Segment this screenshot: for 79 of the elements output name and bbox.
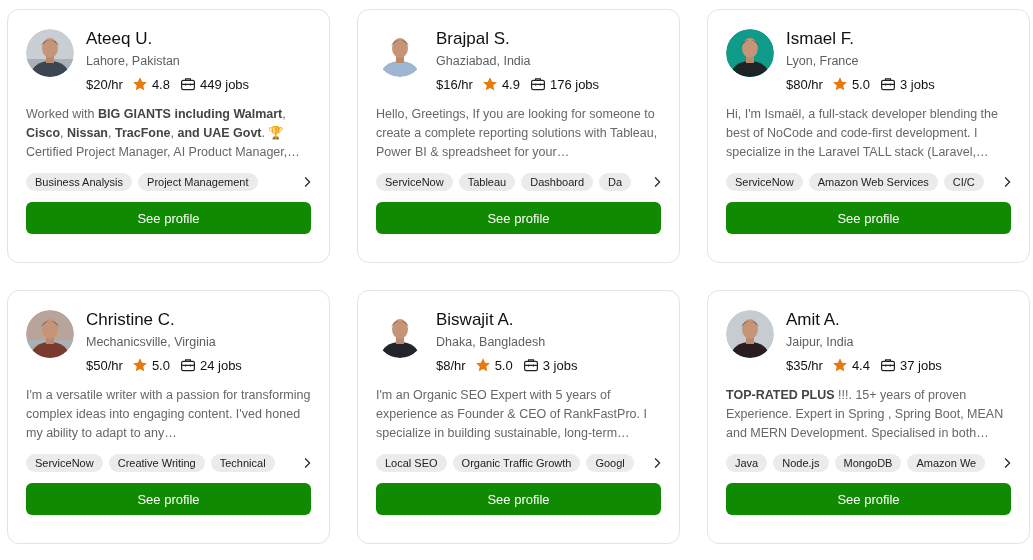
rating: 4.4 [851, 357, 870, 373]
location: Lahore, Pakistan [86, 53, 181, 70]
jobs-count: 3 jobs [899, 76, 935, 92]
skill-tag[interactable]: MongoDB [834, 454, 902, 472]
chevron-right-icon[interactable] [1003, 176, 1011, 188]
rating: 5.0 [494, 357, 513, 373]
skill-tag[interactable]: ServiceNow [726, 173, 803, 191]
skill-tag[interactable]: Da [599, 173, 632, 191]
skill-tag[interactable]: Project Management [138, 173, 258, 191]
location: Lyon, France [786, 53, 860, 70]
location: Mechanicsville, Virginia [86, 334, 217, 351]
briefcase-icon [179, 357, 196, 373]
location: Dhaka, Bangladesh [436, 334, 547, 351]
bio-text: I'm an Organic SEO Expert with 5 years of experience as Founder & CEO of RankFastPro. I specialize in building sustainable, long-term… [376, 387, 648, 442]
hourly-rate: $50/hr [86, 357, 123, 373]
see-profile-button[interactable]: See profile [26, 202, 311, 234]
chevron-right-icon[interactable] [1003, 457, 1011, 469]
skill-tag[interactable]: Node.js [773, 454, 829, 472]
see-profile-button[interactable]: See profile [26, 483, 311, 515]
briefcase-icon [529, 76, 546, 92]
freelancer-name: Amit A. [786, 309, 841, 331]
bio-text: TOP-RATED PLUS !!!. 15+ years of proven Experience. Expert in Spring , Spring Boot, MEAN and MERN Development. Specialised in both… [726, 387, 1005, 442]
see-profile-button[interactable]: See profile [376, 483, 661, 515]
hourly-rate: $35/hr [786, 357, 823, 373]
jobs-count: 3 jobs [542, 357, 578, 373]
skill-tag[interactable]: CI/C [943, 173, 984, 191]
briefcase-icon [179, 76, 196, 92]
skill-tag[interactable]: Amazon Web Services [808, 173, 938, 191]
chevron-right-icon[interactable] [653, 176, 661, 188]
skill-tag[interactable]: Creative Writing [108, 454, 205, 472]
star-icon [474, 357, 491, 373]
freelancer-name: Brajpal S. [436, 28, 511, 50]
hourly-rate: $20/hr [86, 76, 123, 92]
freelancer-name: Ismael F. [786, 28, 856, 50]
briefcase-icon [879, 357, 896, 373]
star-icon [481, 76, 498, 92]
jobs-count: 24 jobs [199, 357, 242, 373]
see-profile-button[interactable]: See profile [376, 202, 661, 234]
jobs-count: 449 jobs [199, 76, 250, 92]
skill-tag[interactable]: Java [726, 454, 768, 472]
rating: 5.0 [151, 357, 170, 373]
skill-tag[interactable]: Local SEO [376, 454, 447, 472]
see-profile-button[interactable]: See profile [726, 483, 1011, 515]
rating: 5.0 [851, 76, 870, 92]
rating: 4.9 [501, 76, 520, 92]
skill-tag[interactable]: Organic Traffic Growth [452, 454, 581, 472]
bio-text: Hello, Greetings, If you are looking for someone to create a complete reporting solutions with Tableau, Power BI & spreadsheet for your… [376, 106, 659, 161]
chevron-right-icon[interactable] [653, 457, 661, 469]
jobs-count: 37 jobs [899, 357, 942, 373]
location: Ghaziabad, India [436, 53, 532, 70]
star-icon [131, 76, 148, 92]
skill-tag[interactable]: Technical [210, 454, 275, 472]
hourly-rate: $16/hr [436, 76, 473, 92]
freelancer-name: Christine C. [86, 309, 176, 331]
bio-text: Hi, I'm Ismaël, a full-stack developer blending the best of NoCode and code-first development. I specialize in the Laravel TALL stack (Laravel,… [726, 106, 999, 161]
bio-text: Worked with BIG GIANTS including Walmart, Cisco, Nissan, TracFone, and UAE Govt. 🏆 Certified Project Manager, AI Product Manager,… [26, 106, 301, 161]
star-icon [831, 357, 848, 373]
skill-tag[interactable]: ServiceNow [376, 173, 453, 191]
skill-tag[interactable]: Amazon We [907, 454, 986, 472]
star-icon [831, 76, 848, 92]
skill-tag[interactable]: Dashboard [521, 173, 594, 191]
skill-tag[interactable]: Business Analysis [26, 173, 133, 191]
star-icon [131, 357, 148, 373]
location: Jaipur, India [786, 334, 855, 351]
chevron-right-icon[interactable] [303, 457, 311, 469]
chevron-right-icon[interactable] [303, 176, 311, 188]
skill-tag[interactable]: Tableau [458, 173, 516, 191]
freelancer-name: Ateeq U. [86, 28, 154, 50]
skill-tag[interactable]: Googl [586, 454, 634, 472]
freelancer-name: Biswajit A. [436, 309, 515, 331]
briefcase-icon [879, 76, 896, 92]
see-profile-button[interactable]: See profile [726, 202, 1011, 234]
bio-text: I'm a versatile writer with a passion for transforming complex ideas into engaging content. I'ved honed my ability to adapt to any… [26, 387, 311, 442]
rating: 4.8 [151, 76, 170, 92]
hourly-rate: $8/hr [436, 357, 466, 373]
briefcase-icon [522, 357, 539, 373]
skill-tag[interactable]: ServiceNow [26, 454, 103, 472]
hourly-rate: $80/hr [786, 76, 823, 92]
jobs-count: 176 jobs [549, 76, 600, 92]
